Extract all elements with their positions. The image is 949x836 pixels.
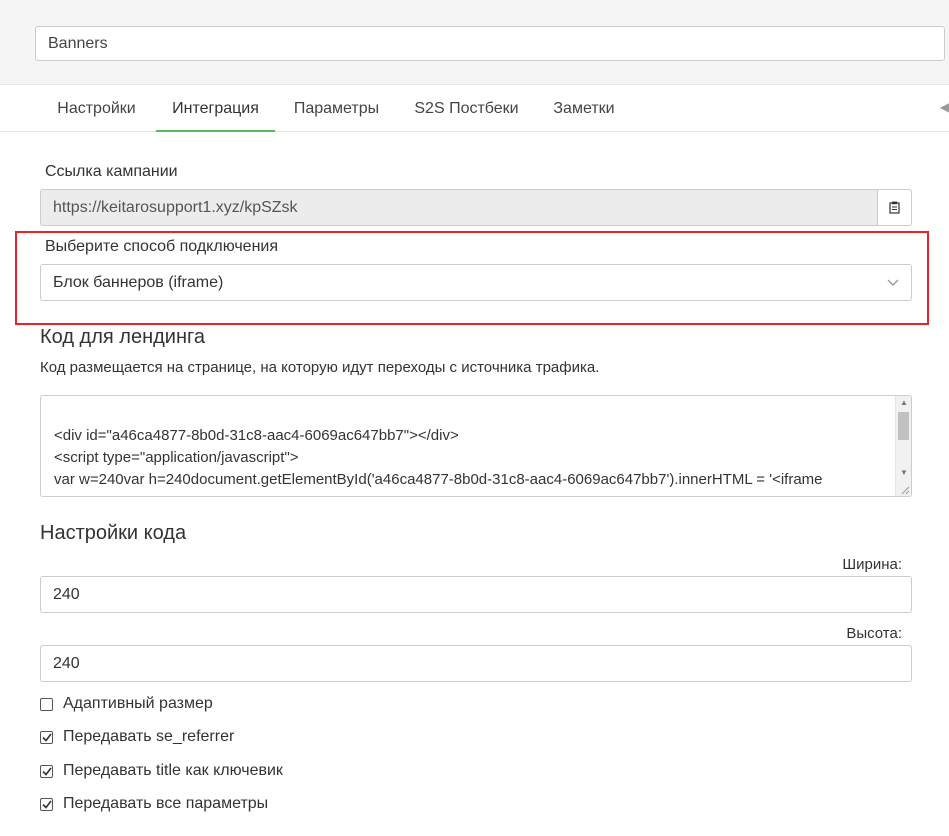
option-label: Передавать se_referrer (63, 728, 235, 745)
code-line: var w=240var h=240document.getElementByI… (54, 471, 823, 488)
option-label: Передавать все параметры (63, 795, 269, 812)
tab-bar: Настройки Интеграция Параметры S2S Постб… (0, 86, 949, 132)
tab-settings[interactable]: Настройки (40, 86, 153, 132)
landing-code-description: Код размещается на странице, на которую … (40, 359, 600, 376)
scroll-down-icon[interactable]: ▼ (900, 468, 908, 477)
resize-handle-icon[interactable] (900, 485, 910, 495)
scroll-up-icon[interactable]: ▲ (900, 398, 908, 407)
tab-notes[interactable]: Заметки (540, 86, 628, 132)
code-line: <script type="application/javascript"> (54, 449, 299, 466)
connection-method-value: Блок баннеров (iframe) (53, 274, 224, 291)
campaign-link-input[interactable] (40, 189, 878, 226)
connection-method-select[interactable]: Блок баннеров (iframe) (40, 264, 912, 301)
scroll-thumb[interactable] (898, 412, 909, 440)
adaptive-size-checkbox[interactable] (40, 697, 53, 711)
adaptive-size-option[interactable]: Адаптивный размер (40, 694, 213, 714)
code-settings-title: Настройки кода (40, 522, 187, 544)
checkmark-icon (41, 767, 52, 776)
code-scrollbar[interactable]: ▲ ▼ (895, 396, 911, 496)
checkmark-icon (41, 800, 52, 809)
height-label: Высота: (846, 625, 902, 642)
option-label: Адаптивный размер (63, 695, 213, 712)
copy-link-button[interactable] (877, 189, 912, 226)
tab-integration[interactable]: Интеграция (156, 86, 275, 132)
tab-parameters[interactable]: Параметры (280, 86, 393, 132)
pass-all-params-option[interactable]: Передавать все параметры (40, 794, 268, 814)
connection-method-label: Выберите способ подключения (45, 238, 279, 255)
pass-se-referrer-checkbox[interactable] (40, 730, 53, 744)
landing-code-textarea[interactable]: <div id="a46ca4877-8b0d-31c8-aac4-6069ac… (40, 395, 912, 497)
landing-code-title: Код для лендинга (40, 326, 205, 348)
option-label: Передавать title как ключевик (63, 762, 283, 779)
width-input[interactable] (40, 576, 912, 613)
pass-se-referrer-option[interactable]: Передавать se_referrer (40, 727, 234, 747)
code-line: <div id="a46ca4877-8b0d-31c8-aac4-6069ac… (54, 427, 459, 444)
pass-title-keyword-checkbox[interactable] (40, 764, 53, 778)
pass-title-keyword-option[interactable]: Передавать title как ключевик (40, 761, 283, 781)
height-input[interactable] (40, 645, 912, 682)
chevron-down-icon (887, 265, 899, 300)
campaign-header (0, 0, 949, 85)
tabs-scroll-left-icon[interactable]: ◀ (940, 100, 949, 114)
pass-all-params-checkbox[interactable] (40, 797, 53, 811)
checkmark-icon (41, 733, 52, 742)
campaign-name-input[interactable] (35, 26, 945, 61)
tab-s2s-postbacks[interactable]: S2S Постбеки (400, 86, 533, 132)
clipboard-icon (889, 201, 900, 214)
width-label: Ширина: (842, 556, 902, 573)
campaign-link-label: Ссылка кампании (45, 163, 178, 180)
